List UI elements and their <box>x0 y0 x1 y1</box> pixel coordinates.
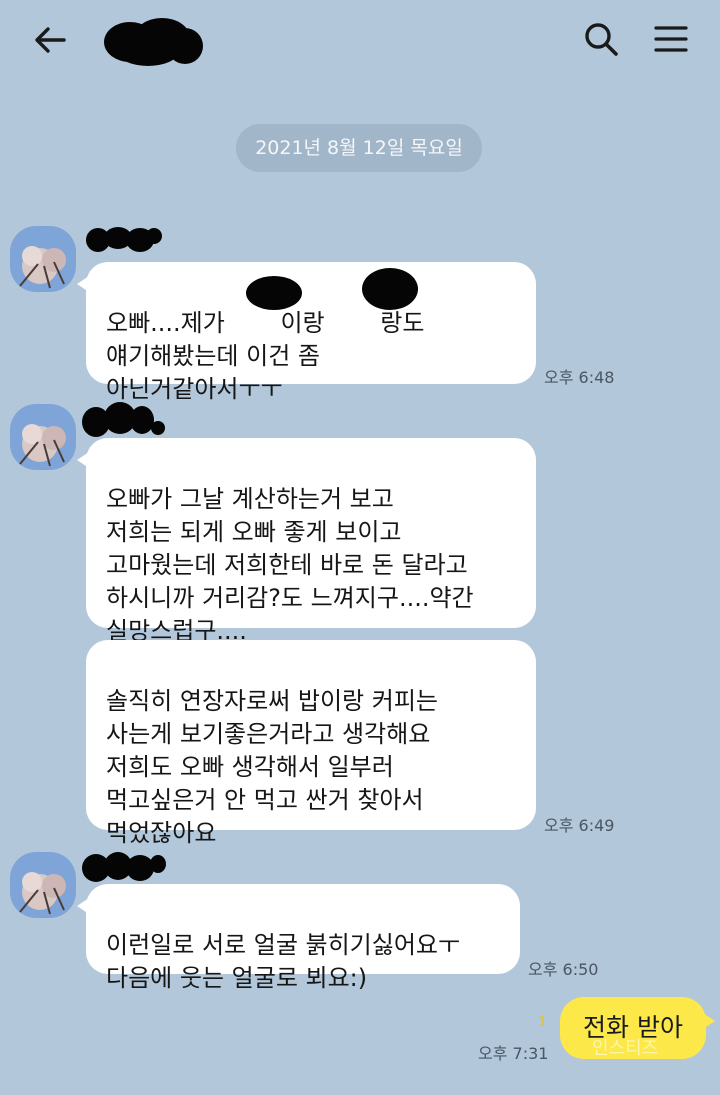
message-bubble: 오빠....제가 이랑 랑도 얘기해봤는데 이건 좀 아닌거같아서ㅜㅜ <box>77 262 536 403</box>
date-divider: 2021년 8월 12일 목요일 <box>236 124 482 172</box>
back-arrow-icon[interactable] <box>28 18 72 62</box>
redaction-mark <box>362 268 418 310</box>
sender-avatar[interactable] <box>10 852 76 918</box>
hamburger-menu-icon[interactable] <box>648 16 694 62</box>
message-time: 오후 6:48 <box>544 368 615 387</box>
message-time: 오후 6:49 <box>544 816 615 835</box>
message-text: 오빠가 그날 계산하는거 보고 저희는 되게 오빠 좋게 보이고 고마웠는데 저… <box>106 485 474 645</box>
top-bar <box>0 0 720 80</box>
message-bubble: 오빠가 그날 계산하는거 보고 저희는 되게 오빠 좋게 보이고 고마웠는데 저… <box>77 438 536 645</box>
sender-name-redacted <box>84 222 164 260</box>
message-bubble: 솔직히 연장자로써 밥이랑 커피는 사는게 보기좋은거라고 생각해요 저희도 오… <box>86 640 536 847</box>
sender-avatar[interactable] <box>10 404 76 470</box>
message-text: 오빠....제가 이랑 랑도 얘기해봤는데 이건 좀 아닌거같아서ㅜㅜ <box>106 309 425 403</box>
message-text: 솔직히 연장자로써 밥이랑 커피는 사는게 보기좋은거라고 생각해요 저희도 오… <box>106 687 439 847</box>
unread-count: 1 <box>538 1014 547 1030</box>
search-icon[interactable] <box>578 16 624 62</box>
message-text: 이런일로 서로 얼굴 붉히기싫어요ㅜ 다음에 웃는 얼굴로 뵈요:) <box>106 931 461 992</box>
sender-avatar[interactable] <box>10 226 76 292</box>
chat-title-redacted <box>100 12 205 70</box>
message-bubble: 이런일로 서로 얼굴 붉히기싫어요ㅜ 다음에 웃는 얼굴로 뵈요:) <box>77 884 520 992</box>
message-time: 오후 7:31 <box>478 1044 549 1063</box>
message-time: 오후 6:50 <box>528 960 599 979</box>
watermark: 인스티즈 <box>592 1038 659 1059</box>
redaction-mark <box>246 276 302 310</box>
